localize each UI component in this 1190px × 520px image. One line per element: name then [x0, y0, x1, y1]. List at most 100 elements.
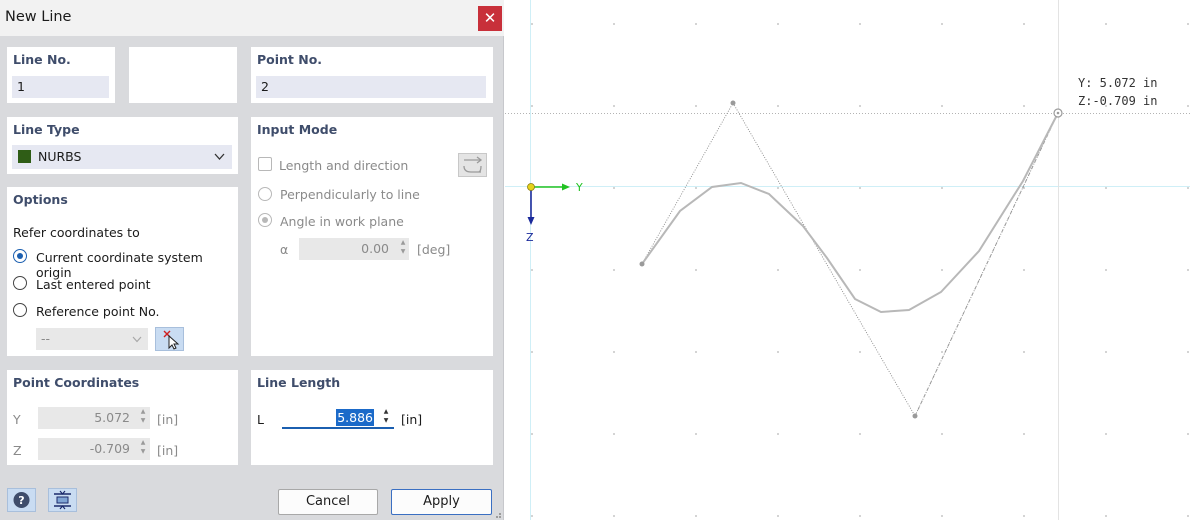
angle-work-plane-label: Angle in work plane [280, 214, 404, 229]
grid-dot [531, 351, 533, 353]
z-spinner[interactable]: ▲ ▼ [137, 438, 149, 460]
current-origin-label: Current coordinate system origin [36, 250, 203, 280]
control-polygon-pending-segment [914, 112, 1059, 417]
control-point-3[interactable] [912, 413, 918, 419]
perpendicular-radio[interactable] [258, 187, 272, 201]
line-no-input[interactable]: 1 [12, 76, 109, 98]
alpha-spinner[interactable]: ▲ ▼ [397, 238, 409, 260]
reference-point-radio[interactable] [13, 303, 27, 317]
last-point-label: Last entered point [36, 277, 151, 292]
reference-point-label: Reference point No. [36, 304, 160, 319]
empty-panel [129, 47, 237, 103]
title-bar[interactable]: New Line ✕ [0, 0, 504, 36]
grid-dot [695, 433, 697, 435]
cursor-snap-point-center [1056, 111, 1060, 115]
chevron-down-icon [132, 336, 142, 343]
angle-work-plane-radio[interactable] [258, 213, 272, 227]
grid-dot [1105, 515, 1107, 517]
grid-dot [859, 105, 861, 107]
line-length-label: Line Length [257, 375, 341, 390]
alpha-input[interactable]: 0.00 [299, 238, 409, 260]
grid-dot [941, 269, 943, 271]
point-coordinates-panel: Point Coordinates Y 5.072 ▲ ▼ [in] Z -0.7… [7, 370, 238, 465]
grid-dot [1023, 269, 1025, 271]
point-no-input[interactable]: 2 [256, 76, 486, 98]
last-point-radio[interactable] [13, 276, 27, 290]
grid-dot [695, 515, 697, 517]
grid-dot [613, 23, 615, 25]
apply-button[interactable]: Apply [391, 489, 492, 515]
close-button[interactable]: ✕ [478, 6, 502, 31]
grid-dot [1023, 23, 1025, 25]
grid-dot [777, 269, 779, 271]
y-axis-label: Y [575, 181, 583, 194]
nurbs-curve[interactable] [641, 112, 1059, 314]
resize-grip-icon[interactable] [493, 510, 502, 519]
grid-dot [613, 105, 615, 107]
line-length-spinner[interactable]: ▲ ▼ [380, 407, 392, 429]
grid-dot [1187, 105, 1189, 107]
grid-dot [859, 515, 861, 517]
line-type-select[interactable]: NURBS [12, 145, 232, 169]
z-coordinate-input[interactable]: -0.709 [38, 438, 150, 460]
grid-dot [695, 351, 697, 353]
grid-dot [941, 105, 943, 107]
z-unit: [in] [157, 443, 179, 458]
grid-dot [777, 187, 779, 189]
current-origin-radio[interactable] [13, 249, 27, 263]
grid-dot [1187, 433, 1189, 435]
l-unit: [in] [401, 412, 423, 427]
length-direction-checkbox[interactable] [258, 157, 272, 171]
dialog-title: New Line [5, 9, 72, 25]
options-label: Options [13, 192, 68, 207]
z-axis-arrowhead [527, 217, 535, 225]
grid-dot [777, 23, 779, 25]
point-no-label: Point No. [257, 52, 323, 67]
refer-coordinates-label: Refer coordinates to [13, 225, 140, 240]
point-coordinates-label: Point Coordinates [13, 375, 140, 390]
help-icon: ? [13, 492, 30, 508]
input-mode-panel: Input Mode Length and direction Perpendi… [251, 117, 493, 356]
pick-point-button[interactable] [155, 327, 184, 351]
reference-point-select[interactable]: -- [36, 328, 148, 350]
control-point-2[interactable] [730, 100, 736, 106]
y-unit: [in] [157, 412, 179, 427]
new-line-dialog: New Line ✕ Line No. 1 Point No. 2 Line T… [0, 0, 504, 520]
grid-dot [531, 105, 533, 107]
direction-icon [463, 156, 483, 173]
control-polygon [641, 102, 1059, 417]
help-button[interactable]: ? [7, 488, 36, 512]
grid-dot [777, 351, 779, 353]
y-spinner[interactable]: ▲ ▼ [137, 407, 149, 429]
grid-dot [1023, 351, 1025, 353]
grid-dot [859, 351, 861, 353]
line-no-label: Line No. [13, 52, 71, 67]
grid-dot [1187, 351, 1189, 353]
grid-dot [941, 515, 943, 517]
cancel-button[interactable]: Cancel [278, 489, 378, 515]
grid-dot [1023, 515, 1025, 517]
line-type-label: Line Type [13, 122, 80, 137]
graphics-viewport[interactable]: Y Z Y: 5.072 in Z:-0.709 in [505, 0, 1190, 520]
grid-dot [1105, 433, 1107, 435]
grid-dot [531, 433, 533, 435]
length-direction-label: Length and direction [279, 158, 409, 173]
control-point-1[interactable] [639, 261, 645, 267]
grid-dot [859, 187, 861, 189]
grid-dot [1105, 23, 1107, 25]
grid-dot [695, 23, 697, 25]
options-panel: Options Refer coordinates to Current coo… [7, 187, 238, 356]
fit-view-button[interactable] [48, 488, 77, 512]
grid-dot [777, 433, 779, 435]
grid-dot [1105, 351, 1107, 353]
grid-dot [1105, 187, 1107, 189]
line-type-value: NURBS [38, 149, 82, 164]
direction-picker-button[interactable] [458, 153, 487, 177]
origin-point [527, 183, 535, 191]
grid-dot [1187, 269, 1189, 271]
grid-dot [613, 351, 615, 353]
line-length-input[interactable]: 5.886 [282, 407, 394, 429]
grid-dot [1023, 105, 1025, 107]
y-coordinate-input[interactable]: 5.072 [38, 407, 150, 429]
grid-dot [941, 187, 943, 189]
